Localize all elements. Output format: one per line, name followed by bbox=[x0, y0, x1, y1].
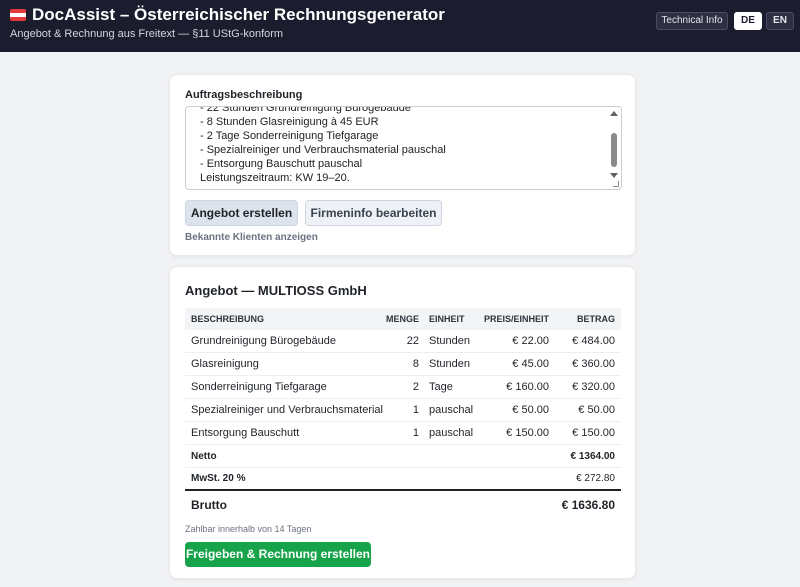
scroll-down-arrow-icon[interactable] bbox=[610, 173, 618, 178]
offer-table: BESCHREIBUNG MENGE EINHEIT PREIS/EINHEIT… bbox=[185, 308, 621, 519]
table-row: Grundreinigung Bürogebäude 22 Stunden € … bbox=[185, 330, 621, 353]
release-and-create-invoice-button[interactable]: Freigeben & Rechnung erstellen bbox=[185, 542, 371, 567]
gross-value: € 1636.80 bbox=[561, 498, 615, 512]
row-amount: € 320.00 bbox=[572, 381, 615, 393]
table-row: Glasreinigung 8 Stunden € 45.00 € 360.00 bbox=[185, 353, 621, 376]
row-description: Glasreinigung bbox=[191, 358, 259, 370]
row-amount: € 50.00 bbox=[578, 404, 615, 416]
scrollbar-thumb[interactable] bbox=[611, 133, 617, 167]
language-de-button[interactable]: DE bbox=[734, 12, 762, 30]
row-amount: € 484.00 bbox=[572, 335, 615, 347]
row-unit-price: € 22.00 bbox=[512, 335, 549, 347]
vat-row: MwSt. 20 % € 272.80 bbox=[185, 468, 621, 491]
resize-handle-icon[interactable] bbox=[613, 181, 619, 187]
order-description-text: - 22 Stunden Grundreinigung Bürogebäude … bbox=[200, 106, 446, 184]
row-amount: € 360.00 bbox=[572, 358, 615, 370]
vat-label: MwSt. 20 % bbox=[191, 473, 246, 484]
row-quantity: 1 bbox=[412, 427, 419, 439]
row-unit: Stunden bbox=[429, 358, 470, 370]
row-unit: pauschal bbox=[429, 404, 474, 416]
net-label: Netto bbox=[191, 450, 217, 462]
row-unit-price: € 160.00 bbox=[506, 381, 549, 393]
app-title: DocAssist – Österreichischer Rechnungsge… bbox=[32, 5, 445, 24]
row-unit: pauschal bbox=[429, 427, 474, 439]
row-description: Sonderreinigung Tiefgarage bbox=[191, 381, 327, 393]
row-unit-price: € 45.00 bbox=[512, 358, 549, 370]
app-subtitle: Angebot & Rechnung aus Freitext — §11 US… bbox=[10, 28, 284, 40]
row-quantity: 8 bbox=[412, 358, 419, 370]
payment-terms-note: Zahlbar innerhalb von 14 Tagen bbox=[185, 524, 312, 534]
offer-title: Angebot — MULTIOSS GmbH bbox=[185, 283, 367, 298]
column-header-unit: EINHEIT bbox=[429, 314, 465, 324]
table-row: Entsorgung Bauschutt 1 pauschal € 150.00… bbox=[185, 422, 621, 445]
scroll-up-arrow-icon[interactable] bbox=[610, 111, 618, 116]
order-input-card: Auftragsbeschreibung - 22 Stunden Grundr… bbox=[169, 74, 636, 256]
row-description: Grundreinigung Bürogebäude bbox=[191, 335, 336, 347]
row-unit-price: € 50.00 bbox=[512, 404, 549, 416]
table-header-row: BESCHREIBUNG MENGE EINHEIT PREIS/EINHEIT… bbox=[185, 308, 621, 330]
row-description: Entsorgung Bauschutt bbox=[191, 427, 300, 439]
row-unit: Tage bbox=[429, 381, 453, 393]
create-offer-button[interactable]: Angebot erstellen bbox=[185, 200, 298, 226]
net-total-row: Netto € 1364.00 bbox=[185, 445, 621, 468]
table-row: Spezialreiniger und Verbrauchsmaterial 1… bbox=[185, 399, 621, 422]
order-description-textarea[interactable]: - 22 Stunden Grundreinigung Bürogebäude … bbox=[185, 106, 622, 190]
order-description-label: Auftragsbeschreibung bbox=[185, 89, 303, 101]
language-en-button[interactable]: EN bbox=[766, 12, 794, 30]
technical-info-button[interactable]: Technical Info bbox=[656, 12, 728, 30]
gross-total-row: Brutto € 1636.80 bbox=[185, 491, 621, 519]
row-unit-price: € 150.00 bbox=[506, 427, 549, 439]
row-quantity: 2 bbox=[412, 381, 419, 393]
app-header: DocAssist – Österreichischer Rechnungsge… bbox=[0, 0, 800, 52]
table-row: Sonderreinigung Tiefgarage 2 Tage € 160.… bbox=[185, 376, 621, 399]
row-quantity: 1 bbox=[412, 404, 419, 416]
column-header-description: BESCHREIBUNG bbox=[191, 314, 265, 324]
column-header-amount: BETRAG bbox=[577, 314, 615, 324]
vat-value: € 272.80 bbox=[576, 473, 615, 484]
row-unit: Stunden bbox=[429, 335, 470, 347]
austria-flag-icon bbox=[10, 9, 26, 21]
edit-company-info-button[interactable]: Firmeninfo bearbeiten bbox=[305, 200, 442, 226]
offer-card: Angebot — MULTIOSS GmbH BESCHREIBUNG MEN… bbox=[169, 266, 636, 579]
column-header-unit-price: PREIS/EINHEIT bbox=[483, 314, 549, 324]
show-known-clients-link[interactable]: Bekannte Klienten anzeigen bbox=[185, 232, 318, 243]
gross-label: Brutto bbox=[191, 498, 227, 512]
row-quantity: 22 bbox=[406, 335, 419, 347]
textarea-scrollbar[interactable] bbox=[609, 109, 619, 187]
column-header-quantity: MENGE bbox=[385, 314, 419, 324]
net-value: € 1364.00 bbox=[570, 450, 616, 462]
row-amount: € 150.00 bbox=[572, 427, 615, 439]
